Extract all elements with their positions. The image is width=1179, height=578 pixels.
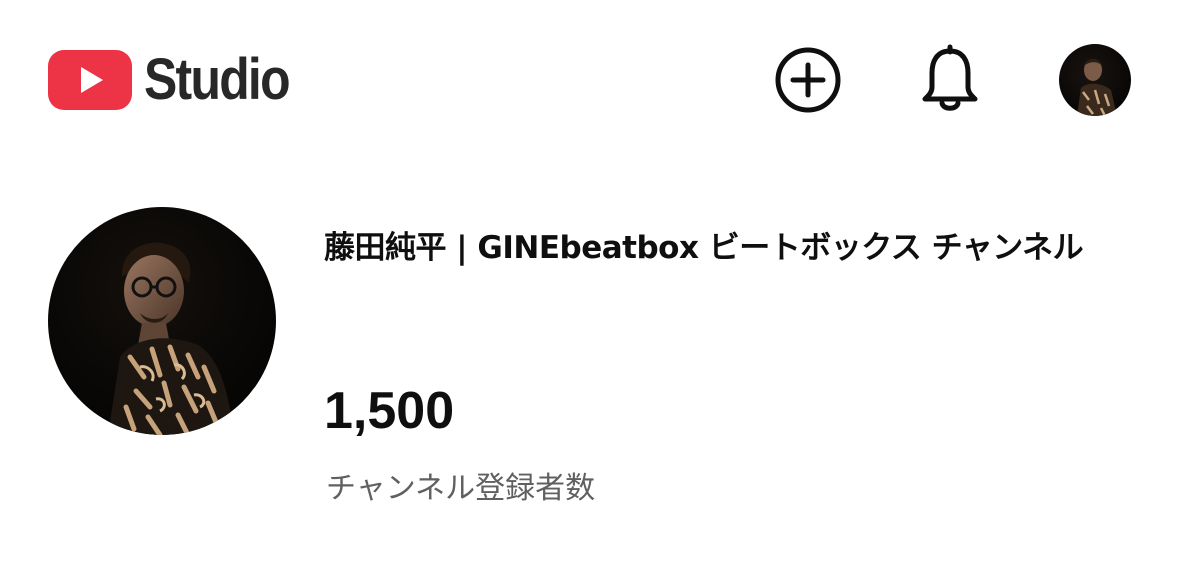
logo-text: Studio	[144, 47, 291, 112]
channel-avatar	[48, 207, 276, 435]
youtube-play-icon	[48, 50, 132, 110]
subscriber-count: 1,500	[324, 382, 455, 440]
notifications-button[interactable]	[914, 44, 986, 116]
bell-icon	[922, 44, 978, 111]
account-avatar-photo	[1059, 44, 1131, 116]
channel-avatar-photo	[48, 207, 276, 435]
subscriber-label: チャンネル登録者数	[326, 471, 596, 506]
channel-name: 藤田純平 | GINEbeatbox ビートボックス チャンネル	[324, 230, 1084, 266]
app-header: Studio	[0, 0, 1179, 160]
youtube-studio-logo[interactable]: Studio	[48, 48, 312, 112]
create-button[interactable]	[772, 44, 844, 116]
plus-circle-icon	[775, 47, 841, 113]
account-avatar[interactable]	[1059, 44, 1131, 116]
